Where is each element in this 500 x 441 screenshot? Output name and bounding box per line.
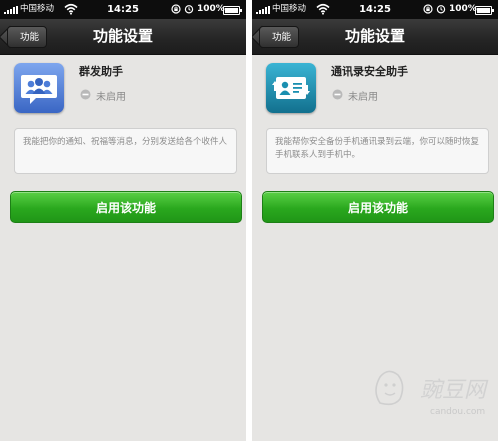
enable-feature-button[interactable]: 启用该功能 <box>10 191 242 223</box>
contact-backup-icon <box>266 63 316 113</box>
watermark-logo: 豌豆网 <box>375 370 489 406</box>
alarm-icon <box>184 5 194 14</box>
battery-percent: 100% <box>449 4 477 14</box>
group-chat-icon <box>14 63 64 113</box>
rotation-lock-icon <box>423 4 433 14</box>
watermark: 豌豆网 candou.com <box>368 363 494 433</box>
status-bar: 中国移动 14:25 100% <box>0 0 246 19</box>
disabled-icon <box>80 89 91 100</box>
feature-name: 通讯录安全助手 <box>331 65 408 78</box>
alarm-icon <box>436 5 446 14</box>
feature-description: 我能把你的通知、祝福等消息，分别发送给各个收件人 <box>14 128 237 174</box>
watermark-site: candou.com <box>430 407 486 417</box>
back-button[interactable]: 功能 <box>7 26 47 48</box>
battery-icon <box>223 6 242 15</box>
battery-percent: 100% <box>197 4 225 14</box>
nav-bar: 功能 功能设置 <box>0 19 246 55</box>
battery-icon <box>475 6 494 15</box>
feature-status: 未启用 <box>348 92 378 103</box>
feature-name: 群发助手 <box>79 65 123 78</box>
screen-group-send: 中国移动 14:25 100% 功能 功能设置 群发助手 未启用 我能把你的通知… <box>0 0 246 441</box>
feature-description: 我能帮你安全备份手机通讯录到云端，你可以随时恢复手机联系人到手机中。 <box>266 128 489 174</box>
status-bar: 中国移动 14:25 100% <box>252 0 498 19</box>
disabled-icon <box>332 89 343 100</box>
rotation-lock-icon <box>171 4 181 14</box>
enable-feature-button[interactable]: 启用该功能 <box>262 191 494 223</box>
back-button[interactable]: 功能 <box>259 26 299 48</box>
watermark-text: 豌豆网 <box>420 378 489 403</box>
nav-bar: 功能 功能设置 <box>252 19 498 55</box>
feature-status: 未启用 <box>96 92 126 103</box>
